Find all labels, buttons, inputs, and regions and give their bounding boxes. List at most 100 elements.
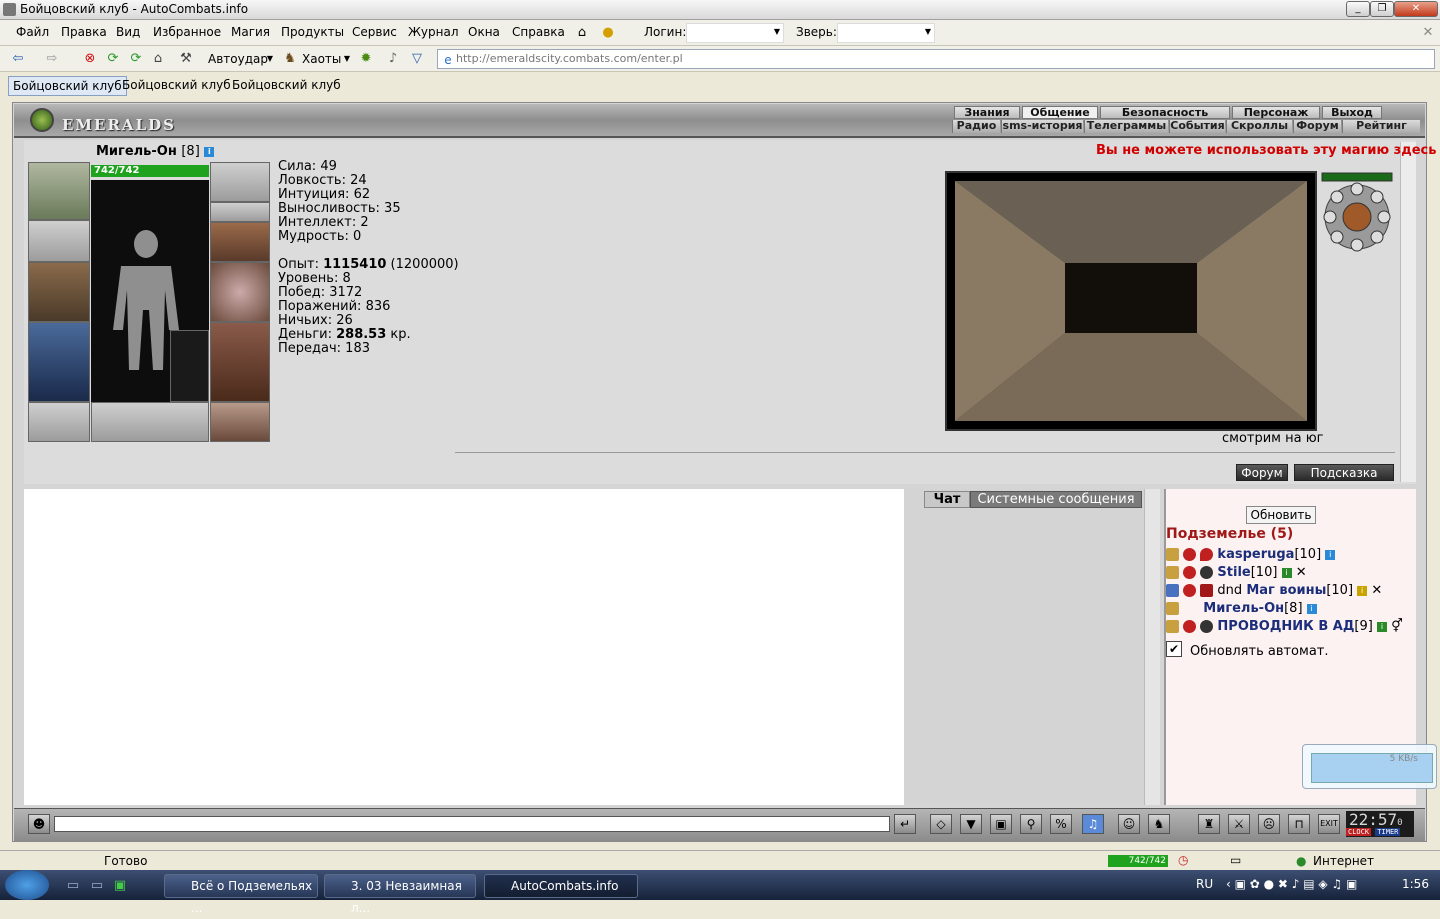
nav-scrolls[interactable]: Скроллы	[1226, 120, 1292, 133]
bag-icon[interactable]: ♜	[1198, 814, 1220, 834]
info-icon[interactable]: i	[204, 146, 215, 157]
hint-button[interactable]: Подсказка	[1294, 464, 1394, 481]
menu-magic[interactable]: Магия	[231, 25, 270, 39]
tab-club-2[interactable]: Бойцовский клуб	[118, 76, 235, 96]
amulet-slot[interactable]	[28, 162, 90, 220]
chevron-down-icon[interactable]: ▼	[339, 51, 355, 67]
nav-knowledge[interactable]: Знания	[954, 106, 1020, 119]
pants-slot[interactable]	[210, 322, 270, 402]
house-icon[interactable]: ⌂	[574, 25, 590, 41]
nav-radio[interactable]: Радио	[952, 120, 1000, 133]
eraser-icon[interactable]: ◇	[930, 814, 952, 834]
menu-file[interactable]: Файл	[16, 25, 49, 39]
auto-refresh-checkbox[interactable]: ✔	[1166, 641, 1182, 657]
quicklaunch-icon[interactable]: ▣	[112, 878, 128, 894]
exit-icon[interactable]: EXIT	[1318, 814, 1340, 834]
clock-label[interactable]: CLOCK	[1346, 828, 1372, 836]
tab-chat[interactable]: Чат	[924, 491, 970, 508]
lock-icon[interactable]: ⊓	[1288, 814, 1310, 834]
user-name[interactable]: Маг воины	[1246, 583, 1326, 598]
gloves-slot[interactable]	[210, 222, 270, 262]
armor-slot[interactable]	[28, 322, 90, 402]
info-icon[interactable]: i	[1357, 585, 1368, 596]
send-icon[interactable]: ↵	[894, 814, 916, 834]
tab-club-3[interactable]: Бойцовский клуб	[228, 76, 345, 96]
lang-indicator[interactable]: RU	[1196, 877, 1213, 891]
menu-windows[interactable]: Окна	[468, 25, 500, 39]
chat-input[interactable]	[54, 816, 890, 832]
refresh-all-icon[interactable]: ⟳	[128, 51, 144, 67]
music-icon[interactable]: ♫	[1082, 814, 1104, 834]
forum-button[interactable]: Форум	[1236, 464, 1288, 481]
nav-telegrams[interactable]: Телеграммы	[1084, 120, 1168, 133]
nav-forum[interactable]: Форум	[1293, 120, 1341, 133]
gem-icon[interactable]: ✹	[358, 51, 374, 67]
taskbar-clock[interactable]: 1:56	[1402, 877, 1429, 891]
task-unrequited[interactable]: 3. 03 Невзаимная л...	[324, 874, 476, 915]
user-name[interactable]: kasperuga	[1217, 547, 1294, 562]
boots-slot[interactable]	[210, 402, 270, 442]
main-scrollbar[interactable]	[1400, 142, 1416, 482]
refresh-button[interactable]: Обновить	[1246, 506, 1316, 524]
pet-slot[interactable]	[170, 330, 209, 402]
user-row[interactable]: Stile[10] i ✕	[1166, 565, 1307, 580]
forward-icon[interactable]: ⇨	[44, 51, 60, 67]
chevron-down-icon[interactable]: ▼	[262, 51, 278, 67]
minimize-button[interactable]: _	[1346, 1, 1370, 17]
swords-icon[interactable]: ⚔	[1228, 814, 1250, 834]
user-name[interactable]: Stile	[1217, 565, 1250, 580]
menu-view[interactable]: Вид	[116, 25, 140, 39]
back-icon[interactable]: ⇦	[10, 51, 26, 67]
sun-icon[interactable]: ●	[600, 25, 616, 41]
user-row[interactable]: Мигель-Он[8] i	[1166, 601, 1317, 616]
menu-edit[interactable]: Правка	[61, 25, 107, 39]
nav-events[interactable]: События	[1169, 120, 1225, 133]
helmet-slot[interactable]	[210, 162, 270, 202]
info-icon[interactable]: i	[1281, 567, 1292, 578]
start-button[interactable]	[5, 870, 49, 900]
task-autocombats[interactable]: AutoCombats.info	[484, 874, 638, 898]
maximize-button[interactable]: ❐	[1370, 1, 1394, 17]
chat-log[interactable]	[24, 489, 904, 805]
user-row[interactable]: kasperuga[10] i	[1166, 547, 1336, 562]
weapon-slot[interactable]	[28, 262, 90, 322]
refresh-icon[interactable]: ⟳	[105, 51, 121, 67]
bracer-slot[interactable]	[28, 220, 90, 262]
menu-service[interactable]: Сервис	[352, 25, 397, 39]
faces-icon[interactable]: ☹	[1258, 814, 1280, 834]
autoudar-button[interactable]: Автоудар	[208, 52, 268, 66]
menu-favorites[interactable]: Избранное	[153, 25, 221, 39]
smiley-icon[interactable]: ☺	[1118, 814, 1140, 834]
task-dungeons[interactable]: Всё о Подземельях ...	[164, 874, 318, 915]
tools-icon[interactable]: ⚒	[178, 51, 194, 67]
person-icon[interactable]: ⚲	[1020, 814, 1042, 834]
belt-slot[interactable]	[28, 402, 90, 442]
smile-face-icon[interactable]: ☻	[28, 814, 50, 834]
haoty-button[interactable]: Хаоты	[302, 52, 341, 66]
shield-slot[interactable]	[210, 262, 270, 322]
filter-icon[interactable]: ▼	[960, 814, 982, 834]
info-icon[interactable]: i	[1376, 621, 1387, 632]
dungeon-view[interactable]	[945, 171, 1317, 431]
user-name[interactable]: Мигель-Он	[1203, 601, 1284, 616]
login-select[interactable]: ▼	[686, 23, 784, 43]
elephant-icon[interactable]: ♞	[1148, 814, 1170, 834]
nav-exit[interactable]: Выход	[1322, 106, 1382, 119]
nav-rating[interactable]: Рейтинг	[1342, 120, 1420, 133]
sound-icon[interactable]: ♪	[385, 51, 401, 67]
nav-character[interactable]: Персонаж	[1232, 106, 1320, 119]
menu-products[interactable]: Продукты	[281, 25, 344, 39]
menu-help[interactable]: Справка	[512, 25, 565, 39]
user-row[interactable]: ПРОВОДНИК В АД[9] i ⚥	[1166, 619, 1403, 634]
home-icon[interactable]: ⌂	[150, 51, 166, 67]
info-icon[interactable]: i	[1325, 549, 1336, 560]
filter-icon[interactable]: ▽	[409, 51, 425, 67]
save-icon[interactable]: ▣	[990, 814, 1012, 834]
chat-scrollbar[interactable]	[1144, 489, 1160, 805]
user-row[interactable]: dnd Маг воины[10] i ✕	[1166, 583, 1382, 598]
explorer-icon[interactable]: ▭	[89, 878, 105, 894]
beast-select[interactable]: ▼	[837, 23, 935, 43]
tab-system-messages[interactable]: Системные сообщения	[970, 491, 1142, 508]
close-icon[interactable]: ✕	[1420, 25, 1436, 41]
user-name[interactable]: ПРОВОДНИК В АД	[1217, 619, 1354, 634]
